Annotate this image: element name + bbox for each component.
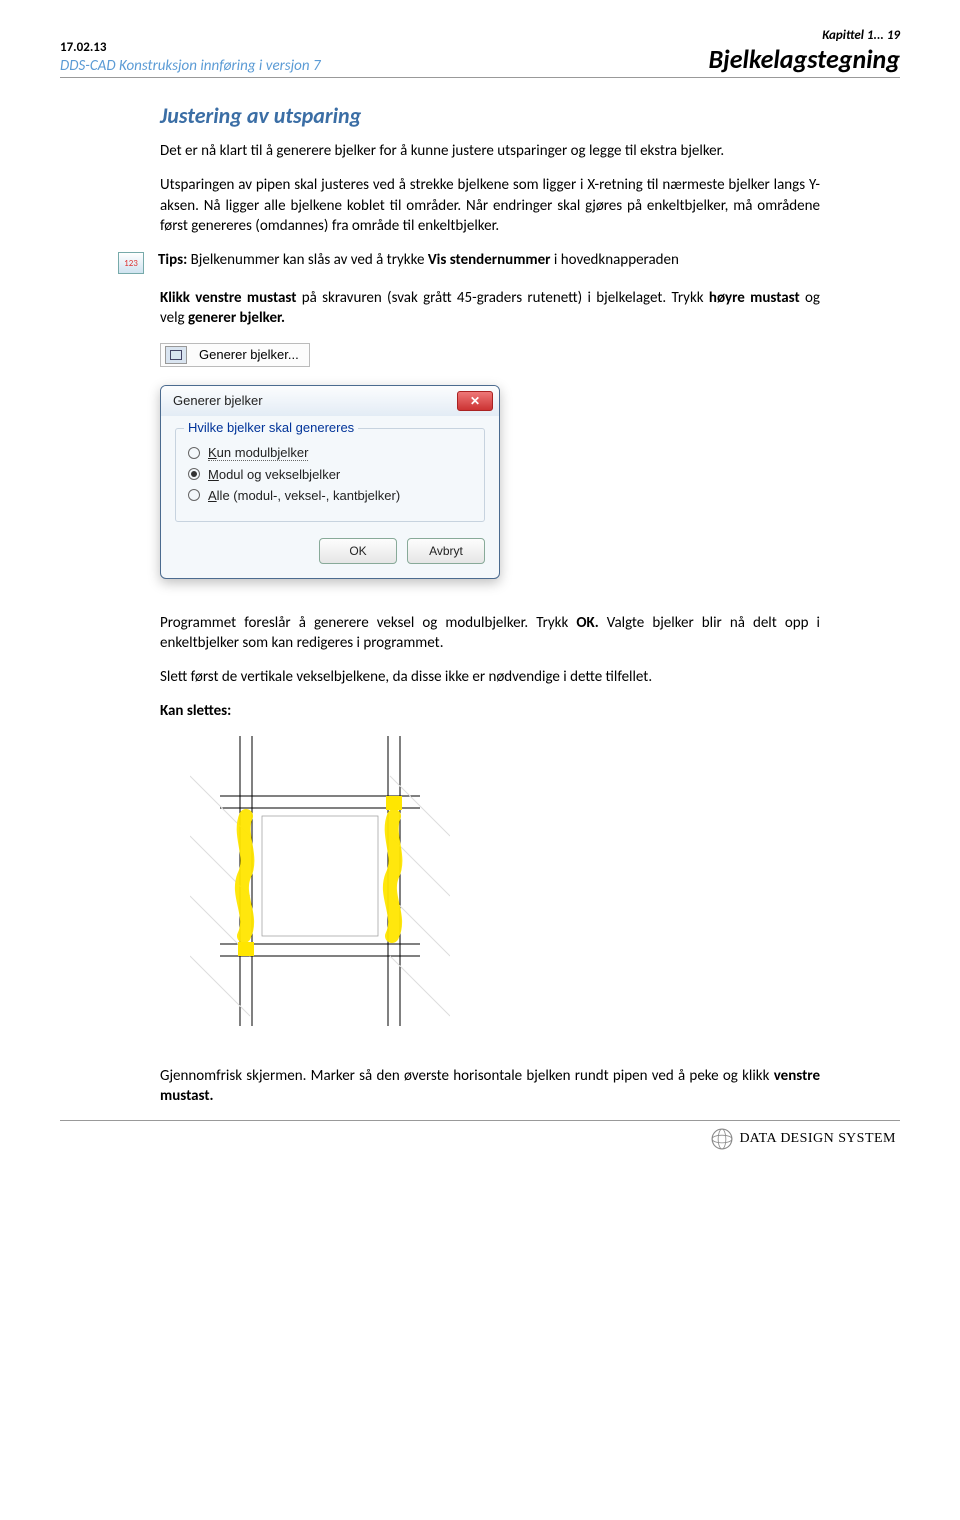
paragraph-2: Utsparingen av pipen skal justeres ved å…: [160, 175, 820, 236]
header-chapter: Kapittel 1... 19: [709, 28, 900, 43]
page-header: 17.02.13 DDS-CAD Konstruksjon innføring …: [60, 28, 900, 78]
radio-icon: [188, 489, 200, 501]
dds-logo-icon: [711, 1128, 733, 1150]
dialog-title: Generer bjelker: [173, 393, 263, 408]
radio-icon: [188, 447, 200, 459]
close-icon[interactable]: ✕: [457, 391, 493, 411]
beam-diagram: [190, 736, 820, 1026]
radio-module-and-veksel[interactable]: Modul og vekselbjelker: [188, 467, 472, 482]
radio-icon: [188, 468, 200, 480]
header-date: 17.02.13: [60, 40, 321, 55]
toggle-number-icon: 123: [118, 252, 144, 274]
header-doc-title: Bjelkelagstegning: [709, 43, 900, 75]
paragraph-1: Det er nå klart til å generere bjelker f…: [160, 141, 820, 161]
dialog-titlebar: Generer bjelker ✕: [161, 386, 499, 416]
page-footer: DATA DESIGN SYSTEM: [60, 1120, 900, 1156]
context-menu-item[interactable]: Generer bjelker...: [199, 347, 309, 362]
paragraph-4: Programmet foreslår å generere veksel og…: [160, 613, 820, 654]
fieldset-legend: Hvilke bjelker skal genereres: [184, 420, 358, 435]
context-menu-snippet: Generer bjelker...: [160, 343, 310, 367]
footer-brand: DATA DESIGN SYSTEM: [739, 1131, 896, 1147]
diagram-svg: [190, 736, 450, 1026]
radio-all[interactable]: Alle (modul-, veksel-, kantbjelker): [188, 488, 472, 503]
tips-paragraph: Tips: Bjelkenummer kan slås av ved å try…: [158, 250, 679, 270]
generate-beams-dialog: Generer bjelker ✕ Hvilke bjelker skal ge…: [160, 385, 500, 579]
ok-button[interactable]: OK: [319, 538, 397, 564]
paragraph-6: Gjennomfrisk skjermen. Marker så den øve…: [160, 1066, 820, 1107]
can-delete-label: Kan slettes:: [160, 701, 820, 721]
paragraph-3: Klikk venstre mustast på skravuren (svak…: [160, 288, 820, 329]
paragraph-5: Slett først de vertikale vekselbjelkene,…: [160, 667, 820, 687]
grid-icon: [165, 346, 187, 364]
radio-only-module[interactable]: Kun modulbjelker: [188, 445, 472, 461]
cancel-button[interactable]: Avbryt: [407, 538, 485, 564]
header-subtitle: DDS-CAD Konstruksjon innføring i versjon…: [60, 57, 321, 75]
section-title: Justering av utsparing: [160, 102, 820, 129]
beam-type-fieldset: Hvilke bjelker skal genereres Kun modulb…: [175, 428, 485, 522]
